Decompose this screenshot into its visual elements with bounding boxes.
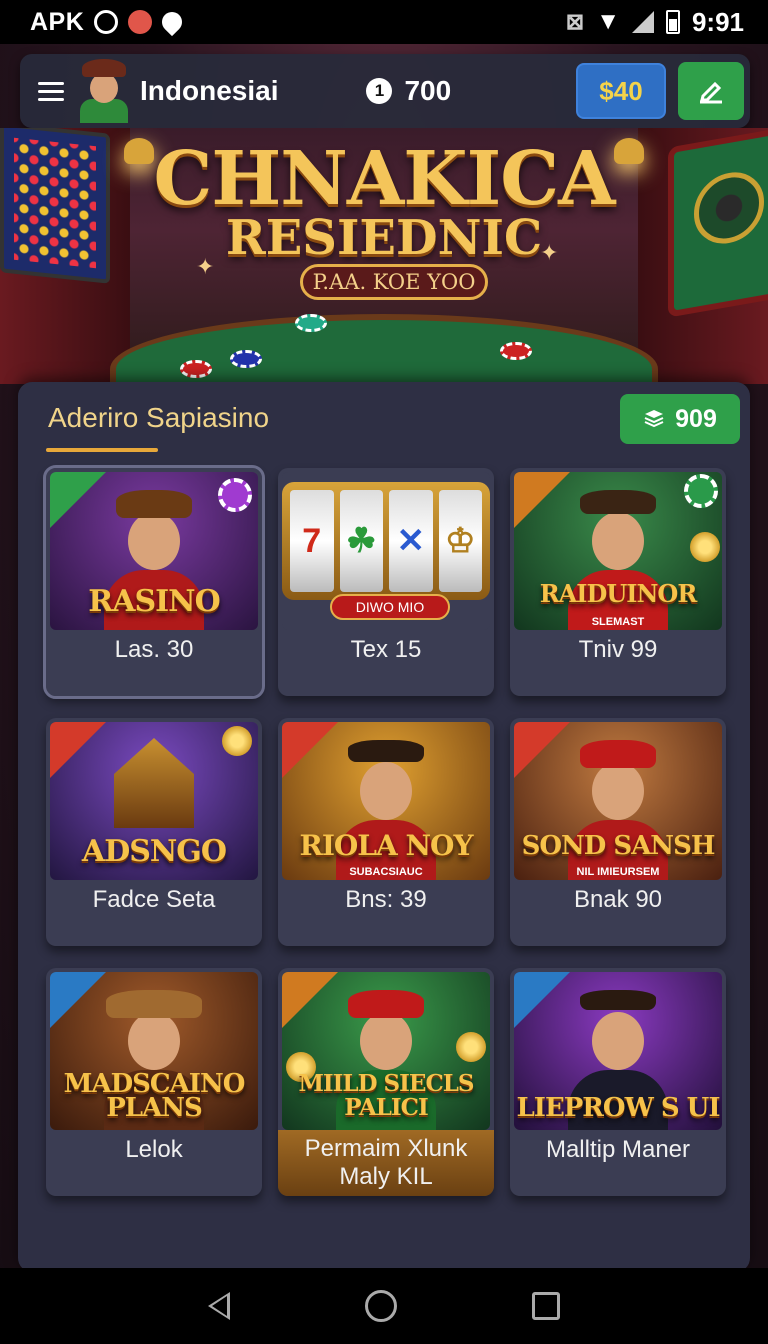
coin-count: 700 xyxy=(404,75,452,106)
game-label: Tex 15 xyxy=(350,636,422,663)
reel-symbol: ✕ xyxy=(389,490,433,592)
reel-symbol: 7 xyxy=(290,490,334,592)
status-bar: APK ⊠ ▼ 9:91 xyxy=(0,0,768,44)
menu-icon[interactable] xyxy=(38,81,64,101)
game-art-subtitle: SUBACSIAUC xyxy=(349,866,423,878)
game-card[interactable]: RAIDUINOR SLEMAST Tniv 99 xyxy=(510,468,726,696)
clock: 9:91 xyxy=(691,6,744,37)
game-label: Las. 30 xyxy=(114,636,194,663)
hero-badge: P.AA. KOE YOO xyxy=(300,264,488,300)
location-icon xyxy=(158,7,187,37)
home-icon[interactable] xyxy=(364,1290,397,1322)
game-art-title: RIOLA NOY xyxy=(299,829,474,862)
game-label: Bnak 90 xyxy=(573,886,663,913)
top-app-bar: Indonesiai 1 700 $40 xyxy=(20,54,750,128)
app-title: Indonesiai xyxy=(140,75,279,106)
screen: APK ⊠ ▼ 9:91 Indonesiai 1 700 $40 CHNAKI… xyxy=(0,0,768,1344)
hero-banner: CHNAKICA RESIEDNIC ✦ ✦ P.AA. KOE YOO xyxy=(0,128,768,384)
sparkle-icon: ✦ xyxy=(196,254,215,279)
game-art-title: MIILD SIECLS PALICI xyxy=(298,1070,474,1121)
section-underline xyxy=(46,448,158,452)
game-label: Bns: 39 xyxy=(345,886,427,913)
game-card[interactable]: ADSNGO Fadce Seta xyxy=(46,718,262,946)
notification-icon xyxy=(128,10,153,34)
game-grid: RASINO Las. 30 7 ☘ ✕ ♔ DIWO MIO Tex 15 R… xyxy=(43,465,726,1196)
game-art-title: SOND SANSH xyxy=(521,831,716,861)
signal-icon xyxy=(631,11,654,33)
stack-icon xyxy=(644,410,664,428)
coin-balance: 1 700 xyxy=(366,75,451,107)
edit-icon xyxy=(700,81,722,104)
coin-icon: 1 xyxy=(366,78,393,104)
game-card[interactable]: 7 ☘ ✕ ♔ DIWO MIO Tex 15 xyxy=(278,468,494,696)
slot-banner: DIWO MIO xyxy=(330,594,450,620)
battery-icon xyxy=(665,10,680,34)
avatar[interactable] xyxy=(78,59,130,123)
count-badge[interactable]: 909 xyxy=(620,394,740,444)
game-label: Lelok xyxy=(125,1136,183,1163)
game-art-subtitle: SLEMAST xyxy=(591,616,645,628)
game-card[interactable]: MADSCAINO PLANS Lelok xyxy=(46,968,262,1196)
game-card[interactable]: LIEPROW S UI Malltip Maner xyxy=(510,968,726,1196)
back-icon[interactable] xyxy=(207,1292,230,1320)
game-art-subtitle: NIL IMIEURSEM xyxy=(576,866,660,878)
game-card[interactable]: SOND SANSH NIL IMIEURSEM Bnak 90 xyxy=(510,718,726,946)
reel-symbol: ♔ xyxy=(438,490,482,592)
game-label: Fadce Seta xyxy=(92,886,216,913)
tent-art xyxy=(114,738,194,828)
game-art-title: MADSCAINO PLANS xyxy=(63,1069,246,1123)
count-value: 909 xyxy=(675,404,717,433)
edit-button[interactable] xyxy=(678,62,744,120)
wifi-icon: ▼ xyxy=(596,8,620,35)
mute-icon: ⊠ xyxy=(565,9,585,34)
recent-apps-icon[interactable] xyxy=(532,1292,561,1320)
hero-subtitle: RESIEDNIC xyxy=(225,210,543,266)
game-card[interactable]: RASINO Las. 30 xyxy=(43,465,265,699)
game-art-title: RAIDUINOR xyxy=(539,579,698,608)
game-art-title: RASINO xyxy=(88,584,220,619)
game-art-title: ADSNGO xyxy=(81,834,227,869)
game-card[interactable]: RIOLA NOY SUBACSIAUC Bns: 39 xyxy=(278,718,494,946)
game-label: Tniv 99 xyxy=(578,636,658,663)
game-label: Permaim Xlunk Maly KIL xyxy=(278,1130,494,1196)
game-card[interactable]: MIILD SIECLS PALICI Permaim Xlunk Maly K… xyxy=(278,968,494,1196)
hero-title: CHNAKICA xyxy=(153,136,615,222)
game-label: Malltip Maner xyxy=(545,1136,691,1163)
system-nav-bar xyxy=(0,1268,768,1344)
games-panel: Aderiro Sapiasino 909 RASINO Las. 30 7 ☘… xyxy=(18,382,750,1272)
status-apk-text: APK xyxy=(30,7,85,36)
balance-button[interactable]: $40 xyxy=(576,63,666,119)
play-icon xyxy=(94,10,119,34)
sparkle-icon: ✦ xyxy=(540,240,559,265)
section-title: Aderiro Sapiasino xyxy=(48,402,270,433)
slot-reels-art: 7 ☘ ✕ ♔ xyxy=(282,482,490,600)
reel-symbol: ☘ xyxy=(339,490,383,592)
game-art-title: LIEPROW S UI xyxy=(516,1093,721,1123)
